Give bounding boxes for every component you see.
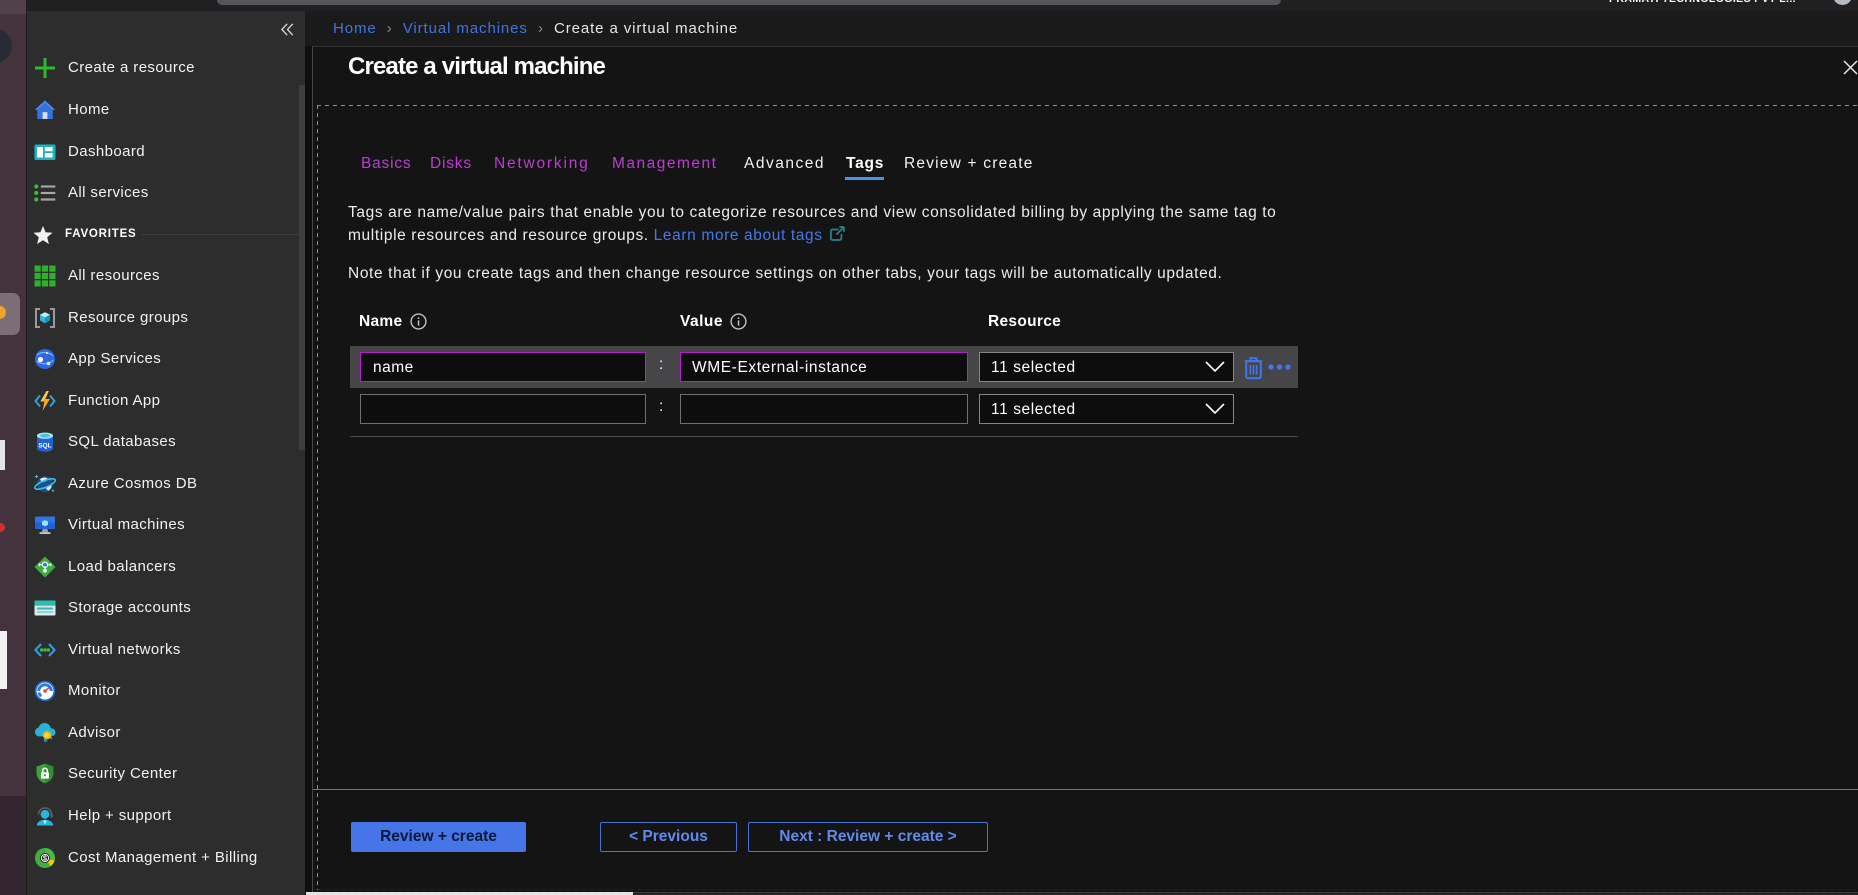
svg-text:SQL: SQL [38, 443, 51, 450]
svg-text:$: $ [43, 855, 47, 862]
